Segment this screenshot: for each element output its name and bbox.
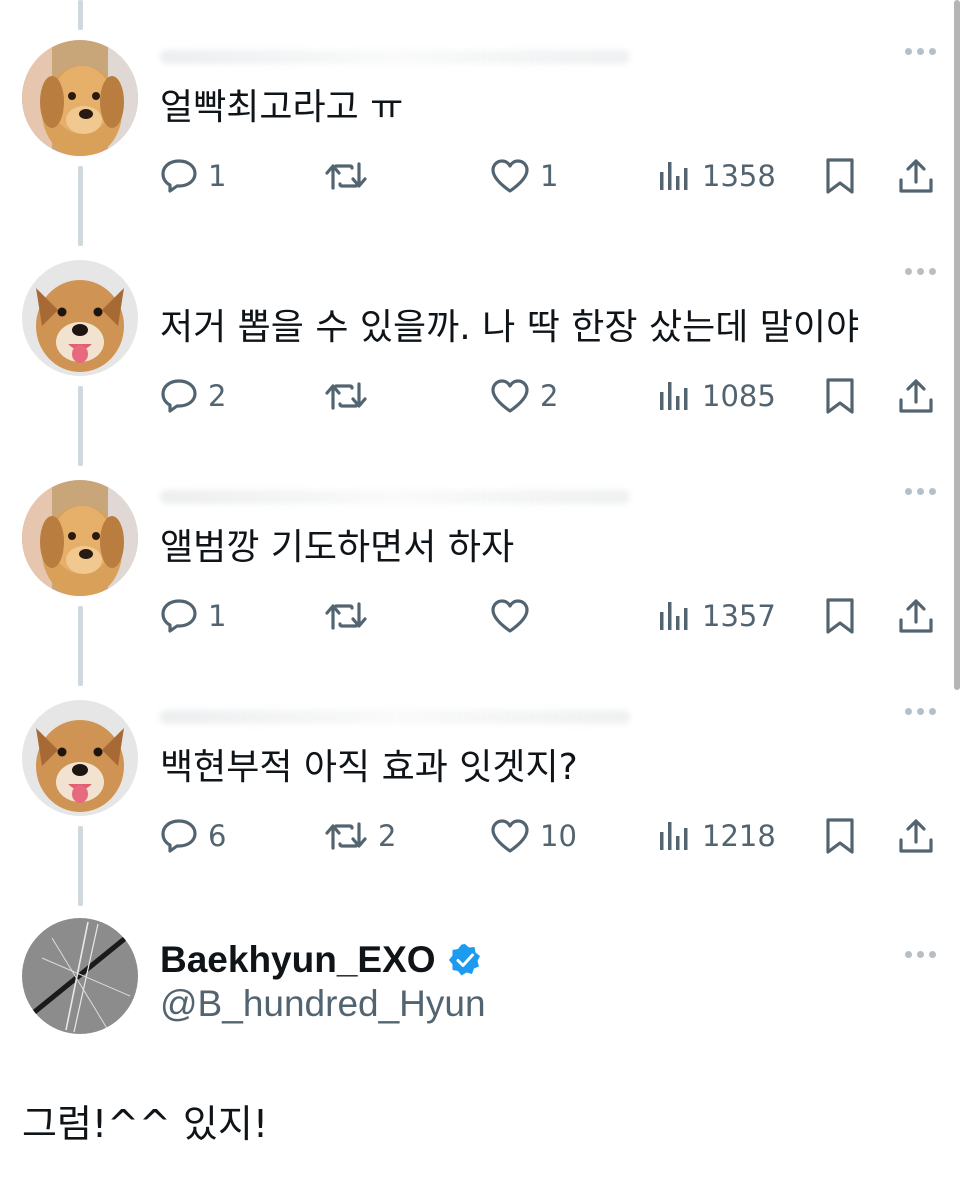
avatar[interactable] [22,700,138,816]
share-button[interactable] [896,370,936,422]
golden-puppy-avatar-icon [22,40,138,156]
smiling-dog-avatar-icon [22,700,138,816]
reply-count: 1 [208,159,227,193]
retweet-icon [325,162,367,190]
like-count: 1 [540,159,559,193]
share-button[interactable] [896,810,936,862]
author-handle[interactable]: @B_hundred_Hyun [160,983,486,1025]
heart-icon [491,599,529,633]
like-count: 2 [540,379,559,413]
bookmark-button[interactable] [822,810,858,862]
tweet-text: 백현부적 아직 효과 잇겟지? [160,747,578,788]
reply-count: 2 [208,379,227,413]
views-chart-icon [660,382,688,410]
views-button[interactable]: 1357 [656,590,776,642]
more-options-icon[interactable] [905,48,936,55]
author-name[interactable]: Baekhyun_EXO [160,939,436,981]
avatar[interactable] [22,40,138,156]
heart-icon [491,159,529,193]
retweet-button[interactable] [324,150,378,202]
retweet-button[interactable] [324,370,378,422]
retweet-count: 2 [378,819,397,853]
tweet-actions: 6 2 10 1218 [0,810,964,862]
bookmark-icon [826,378,854,414]
views-chart-icon [660,822,688,850]
view-count: 1085 [702,379,776,413]
author-avatar[interactable] [22,918,138,1034]
bookmark-icon [826,158,854,194]
reply-count: 6 [208,819,227,853]
reply-icon [161,599,197,633]
tweet[interactable]: 백현부적 아직 효과 잇겟지? 6 2 10 1218 [0,660,964,880]
share-button[interactable] [896,150,936,202]
reply-button[interactable]: 1 [160,150,226,202]
tweet[interactable]: 앨범깡 기도하면서 하자 1 1357 [0,440,964,660]
more-options-icon[interactable] [905,708,936,715]
views-button[interactable]: 1085 [656,370,776,422]
verified-badge-icon [448,944,480,976]
heart-icon [491,819,529,853]
share-icon [899,379,933,413]
author-header[interactable]: Baekhyun_EXO @B_hundred_Hyun [0,915,964,1055]
reply-icon [161,379,197,413]
bookmark-icon [826,598,854,634]
bookmark-button[interactable] [822,590,858,642]
share-icon [899,599,933,633]
share-button[interactable] [896,590,936,642]
view-count: 1357 [702,599,776,633]
blurred-user-meta [160,50,630,64]
golden-puppy-avatar-icon [22,480,138,596]
tweet-actions: 2 2 1085 [0,370,964,422]
like-button[interactable]: 1 [490,150,558,202]
retweet-icon [325,822,367,850]
reply-count: 1 [208,599,227,633]
blurred-user-meta [160,490,630,504]
tweet[interactable]: 저거 뽑을 수 있을까. 나 딱 한장 샀는데 말이야 2 2 1085 [0,220,964,440]
retweet-icon [325,382,367,410]
more-options-icon[interactable] [905,268,936,275]
reply-icon [161,819,197,853]
main-tweet-text: 그럼!^^ 있지! [22,1102,269,1146]
tweet-actions: 1 1 1358 [0,150,964,202]
share-icon [899,159,933,193]
reply-icon [161,159,197,193]
like-button[interactable]: 2 [490,370,558,422]
views-button[interactable]: 1218 [656,810,776,862]
view-count: 1218 [702,819,776,853]
reply-button[interactable]: 6 [160,810,226,862]
avatar[interactable] [22,480,138,596]
bookmark-button[interactable] [822,370,858,422]
retweet-icon [325,602,367,630]
tweet-text: 얼빡최고라고 ㅠ [160,87,404,128]
tweet[interactable]: 얼빡최고라고 ㅠ 1 1 1358 [0,0,964,220]
abstract-lines-avatar-icon [22,918,138,1034]
like-count: 10 [540,819,577,853]
share-icon [899,819,933,853]
tweet-text: 저거 뽑을 수 있을까. 나 딱 한장 샀는데 말이야 [160,307,860,348]
bookmark-icon [826,818,854,854]
tweet-actions: 1 1357 [0,590,964,642]
view-count: 1358 [702,159,776,193]
blurred-user-meta [160,710,630,724]
bookmark-button[interactable] [822,150,858,202]
author-name-row: Baekhyun_EXO [160,939,482,981]
tweet-text: 앨범깡 기도하면서 하자 [160,527,515,568]
smiling-dog-avatar-icon [22,260,138,376]
heart-icon [491,379,529,413]
retweet-button[interactable] [324,590,378,642]
reply-button[interactable]: 1 [160,590,226,642]
more-options-icon[interactable] [905,488,936,495]
views-button[interactable]: 1358 [656,150,776,202]
views-chart-icon [660,602,688,630]
views-chart-icon [660,162,688,190]
retweet-button[interactable]: 2 [324,810,396,862]
more-options-icon[interactable] [905,951,936,958]
avatar[interactable] [22,260,138,376]
like-button[interactable] [490,590,540,642]
like-button[interactable]: 10 [490,810,577,862]
reply-button[interactable]: 2 [160,370,226,422]
